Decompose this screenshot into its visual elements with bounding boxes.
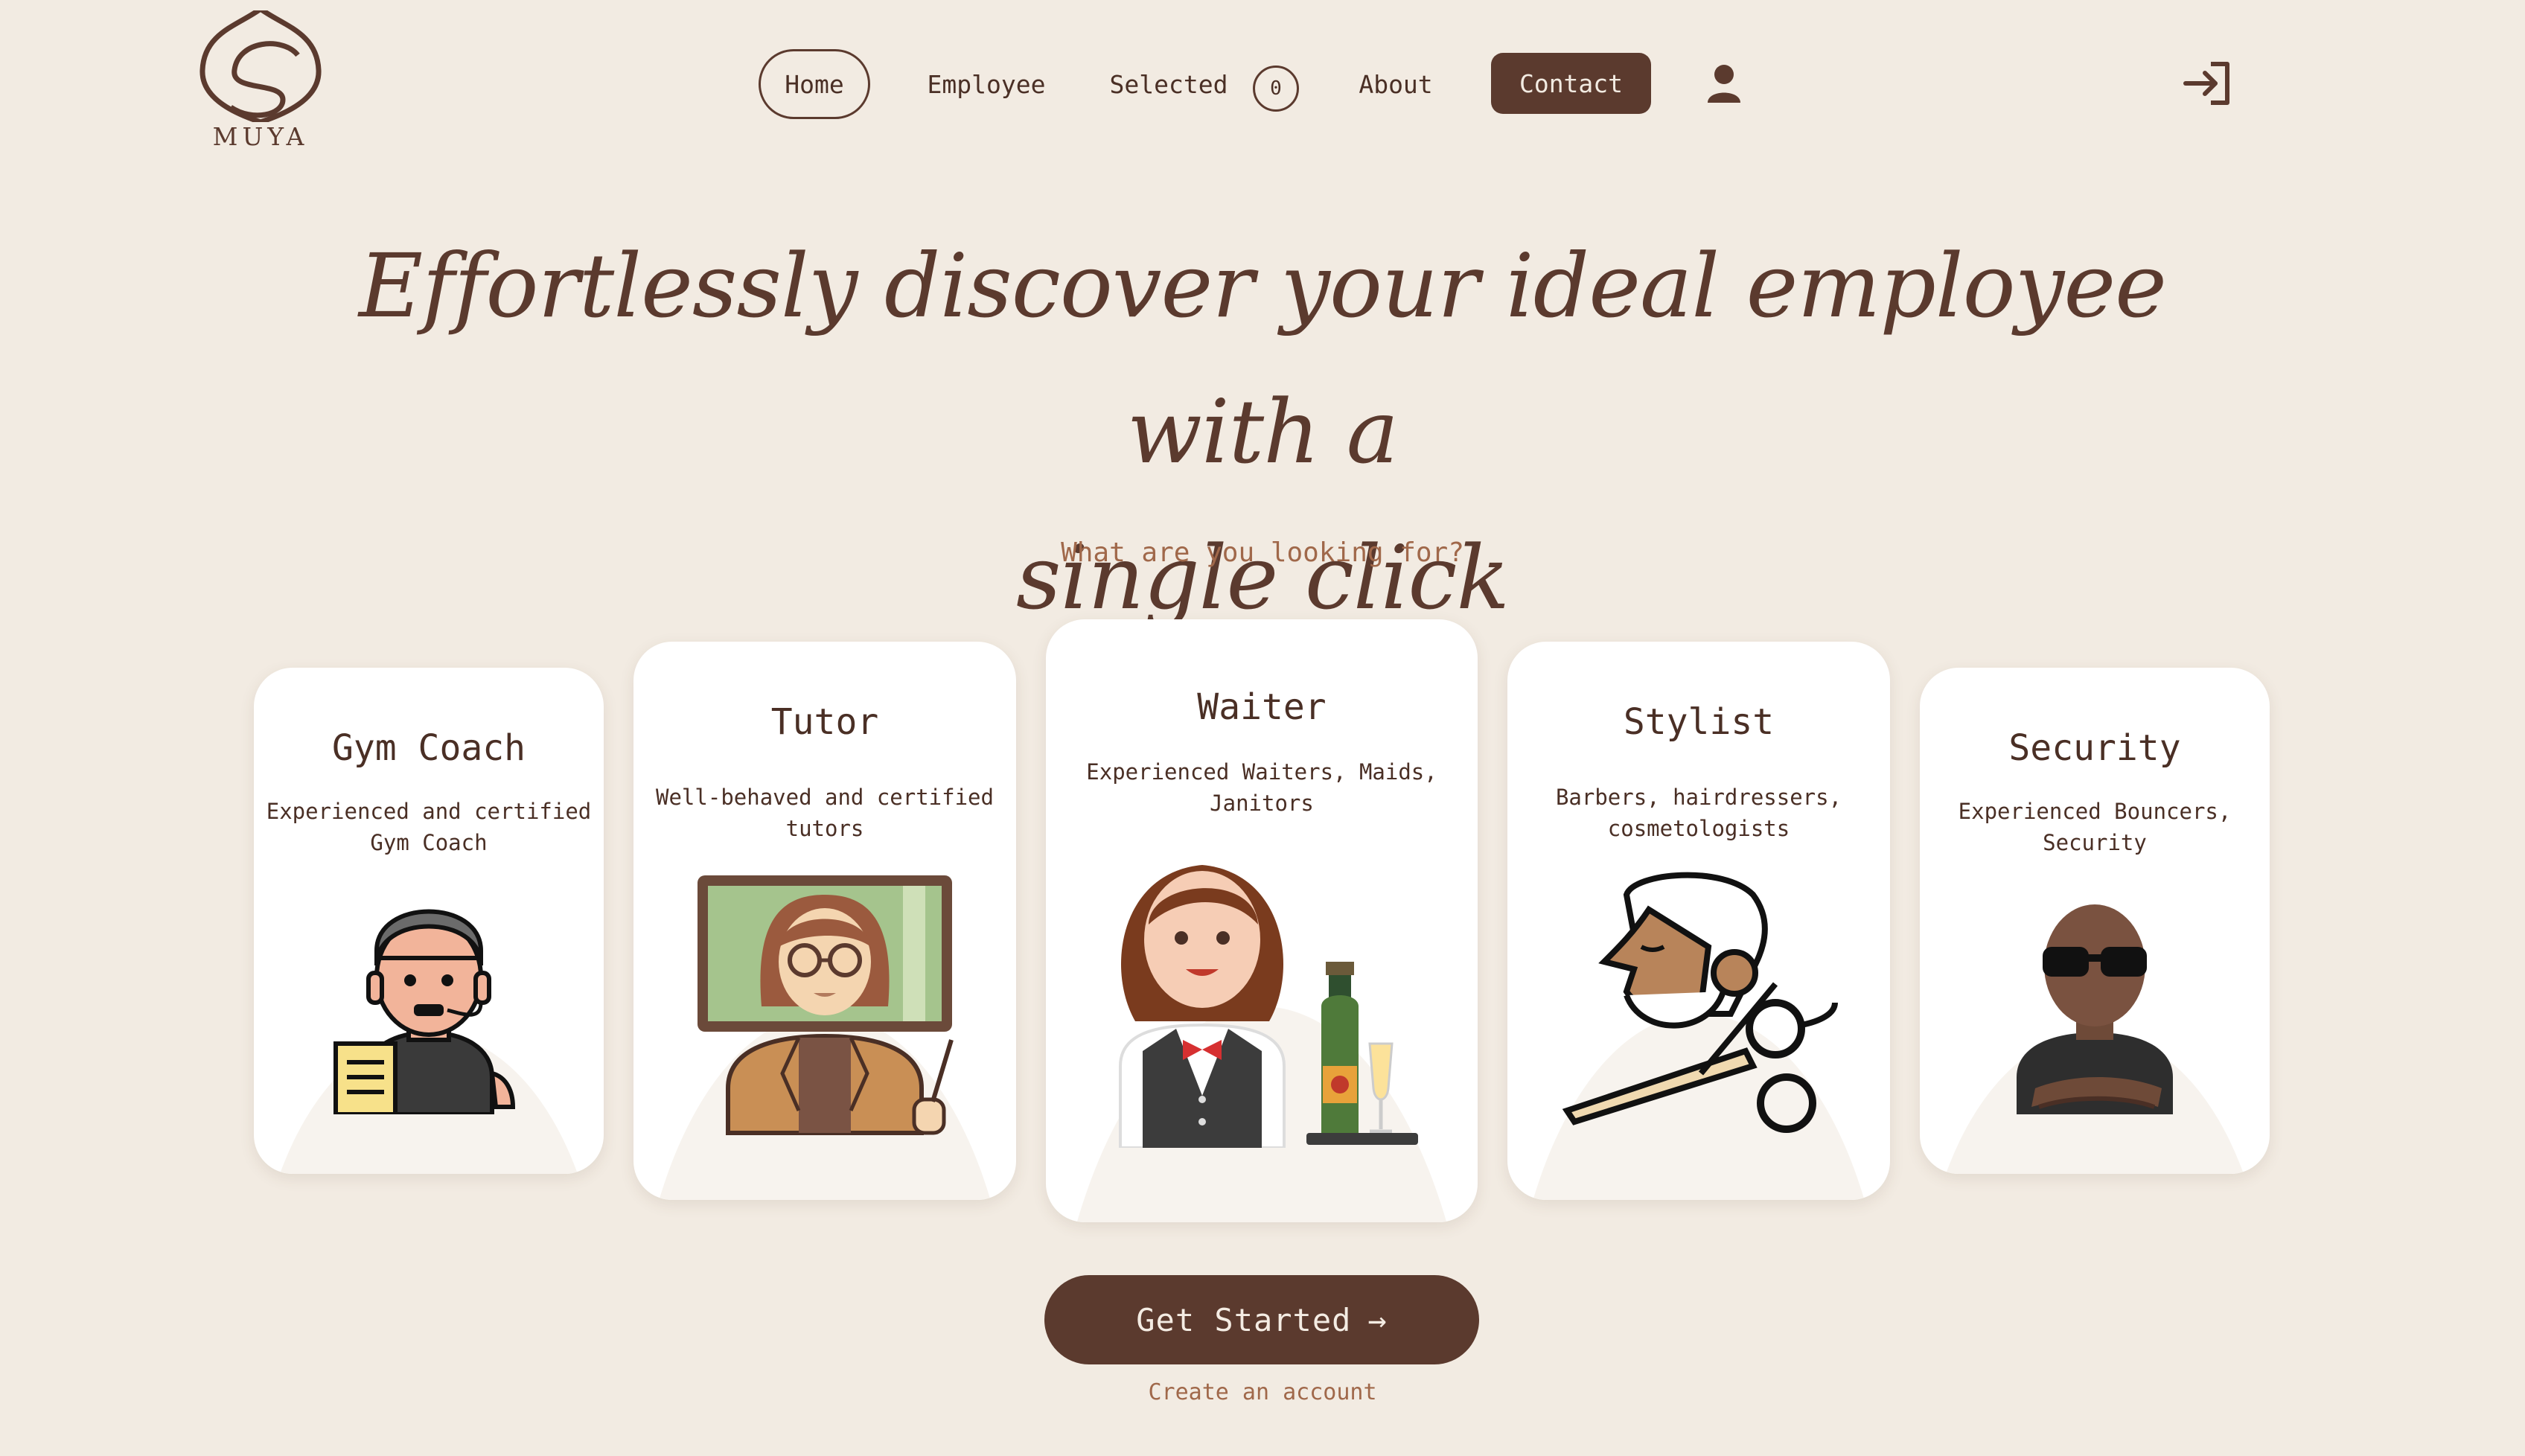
nav-employee-link[interactable]: Employee [916,60,1057,109]
hero-title-line1: Effortlessly discover your ideal employe… [358,234,2167,483]
card-title: Gym Coach [331,727,526,769]
brand-logo[interactable]: MUYA [194,7,328,156]
brand-logo-text: MUYA [212,122,309,151]
card-description: Experienced Bouncers, Security [1958,799,2232,855]
category-card-stylist[interactable]: Stylist Barbers, hairdressers, cosmetolo… [1507,642,1890,1200]
category-card-waiter[interactable]: Waiter Experienced Waiters, Maids, Janit… [1046,619,1478,1222]
muya-logo-icon [199,7,322,125]
card-title: Waiter [1197,686,1327,728]
hero-title: Effortlessly discover your ideal employe… [295,213,2230,651]
category-card-tutor[interactable]: Tutor Well-behaved and certified tutors [633,642,1016,1200]
create-account-link[interactable]: Create an account [1114,1379,1411,1405]
card-description: Barbers, hairdressers, cosmetologists [1555,785,1842,841]
card-title: Security [2008,727,2181,769]
nav-home-link[interactable]: Home [759,49,870,119]
waiter-icon [1119,865,1418,1148]
nav-about-link[interactable]: About [1347,60,1444,109]
hero-subtitle: What are you looking for? [1061,537,1464,568]
stylist-icon [1562,872,1838,1133]
card-description: Experienced and certified Gym Coach [266,799,592,855]
category-card-gym-coach[interactable]: Gym Coach Experienced and certified Gym … [254,668,604,1174]
user-icon [1708,65,1740,103]
get-started-button[interactable]: Get Started → [1044,1275,1479,1364]
get-started-label: Get Started [1136,1301,1352,1338]
tutor-icon [698,875,954,1135]
selected-count-badge[interactable]: 0 [1253,66,1299,112]
gym-coach-icon [333,909,516,1114]
card-title: Stylist [1623,701,1775,743]
login-button[interactable] [2181,57,2235,110]
user-profile-button[interactable] [1705,63,1743,104]
nav-contact-button[interactable]: Contact [1491,53,1651,114]
category-card-security[interactable]: Security Experienced Bouncers, Security [1920,668,2270,1174]
nav-selected-link[interactable]: Selected [1102,60,1236,109]
sign-in-icon [2183,62,2229,105]
card-description: Well-behaved and certified tutors [656,785,994,841]
security-icon [2017,904,2173,1114]
arrow-right-icon: → [1367,1301,1388,1338]
card-title: Tutor [770,701,879,743]
card-description: Experienced Waiters, Maids, Janitors [1086,759,1437,816]
